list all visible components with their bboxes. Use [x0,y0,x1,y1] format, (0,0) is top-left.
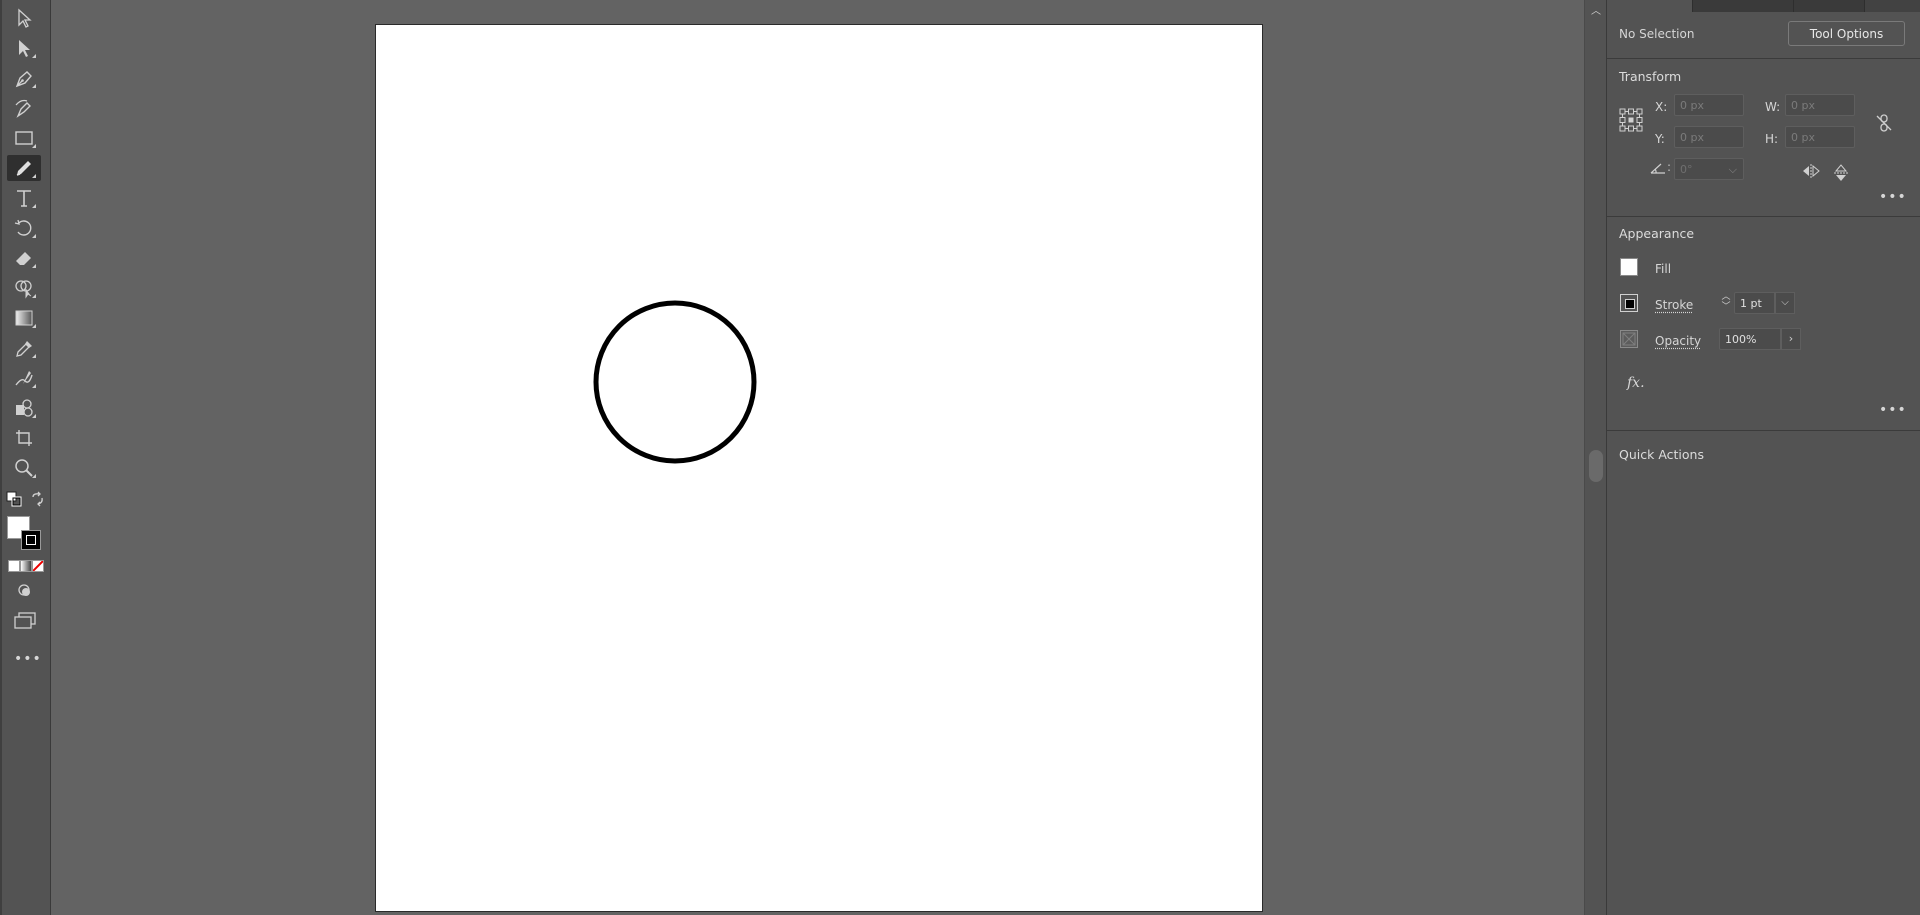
width-field[interactable]: 0 px [1785,94,1855,116]
eyedropper-tool[interactable] [7,335,41,361]
flip-vertical-icon[interactable] [1833,163,1849,183]
stroke-label[interactable]: Stroke [1655,298,1693,312]
stroke-weight-dropdown-icon[interactable]: ⌵ [1775,292,1795,314]
canvas-area[interactable] [51,0,1584,915]
screen-mode-icon[interactable] [13,612,37,630]
selection-tool-icon [13,7,35,29]
w-label: W: [1765,100,1780,114]
y-label: Y: [1655,132,1665,146]
zoom-tool[interactable] [7,455,41,481]
chevron-down-icon[interactable]: ﹀ [1719,302,1733,312]
panel-tabs [1607,0,1920,12]
stroke-weight-stepper[interactable]: ︿ ﹀ [1719,292,1733,316]
draw-mode-icon[interactable] [16,582,34,598]
type-tool[interactable] [7,185,41,211]
opacity-label[interactable]: Opacity [1655,334,1701,348]
x-label: X: [1655,100,1667,114]
curvature-tool[interactable] [7,95,41,121]
h-label: H: [1765,132,1778,146]
height-field[interactable]: 0 px [1785,126,1855,148]
divider [1607,216,1920,217]
color-mode-buttons [8,560,42,572]
color-icon[interactable] [8,560,20,572]
artboard-canvas [376,25,1262,911]
tab-libraries[interactable] [1794,0,1865,12]
circle-shape[interactable] [596,303,754,461]
x-field[interactable]: 0 px [1674,94,1744,116]
flip-horizontal-icon[interactable] [1801,163,1821,179]
stroke-color-swatch[interactable] [1620,294,1638,312]
chevron-up-icon[interactable]: ︿ [1719,292,1733,302]
stroke-weight-field[interactable]: 1 pt [1734,292,1775,314]
artboard-tool-icon [13,427,35,449]
direct-selection-tool[interactable] [7,35,41,61]
pen-tool[interactable] [7,65,41,91]
y-field[interactable]: 0 px [1674,126,1744,148]
gradient-icon[interactable] [20,560,32,572]
scroll-thumb[interactable] [1589,450,1603,482]
tab-extra[interactable] [1865,0,1920,12]
quick-actions-title: Quick Actions [1619,447,1704,462]
transform-title: Transform [1619,69,1681,84]
divider [1607,430,1920,431]
puppet-warp-tool[interactable] [7,365,41,391]
angle-icon [1649,161,1667,175]
eraser-tool[interactable] [7,245,41,271]
tab-properties[interactable] [1607,0,1693,12]
reference-point-icon[interactable] [1619,108,1643,132]
chevron-down-icon: ⌵ [1729,159,1737,181]
shape-builder-tool[interactable] [7,275,41,301]
swap-fill-stroke-icon[interactable] [30,491,46,507]
vertical-scrollbar[interactable]: ︿ [1584,0,1607,915]
appearance-more-button[interactable]: ••• [1879,402,1907,418]
transform-more-button[interactable]: ••• [1879,189,1907,205]
tool-options-button[interactable]: Tool Options [1788,21,1905,46]
angle-colon: : [1667,160,1671,174]
fill-label: Fill [1655,262,1671,276]
tools-panel: ••• [0,0,51,915]
angle-value: 0° [1680,163,1693,176]
opacity-field[interactable]: 100% [1719,328,1781,350]
appearance-title: Appearance [1619,226,1694,241]
selection-tool[interactable] [7,5,41,31]
scroll-up-icon[interactable]: ︿ [1590,2,1602,16]
default-fill-stroke-icon[interactable] [6,491,22,507]
rectangle-tool[interactable] [7,125,41,151]
chevron-right-icon[interactable]: › [1781,328,1801,350]
fx-effects-button[interactable]: fx. [1627,375,1645,391]
symbol-sprayer-tool[interactable] [7,395,41,421]
pencil-tool[interactable] [7,155,41,181]
artboard[interactable] [375,24,1263,912]
edit-toolbar-more[interactable]: ••• [14,651,42,667]
rotate-tool[interactable] [7,215,41,241]
tab-layers[interactable] [1693,0,1794,12]
opacity-icon[interactable] [1620,330,1638,348]
artboard-tool[interactable] [7,425,41,451]
curvature-tool-icon [13,97,35,119]
fill-color-swatch[interactable] [1620,258,1638,276]
constrain-proportions-icon[interactable] [1873,112,1895,134]
stroke-swatch[interactable] [21,530,41,550]
properties-panel: No Selection Tool Options Transform X: 0… [1606,0,1920,915]
rotate-angle-field[interactable]: 0° ⌵ [1674,158,1744,180]
none-icon[interactable] [32,560,44,572]
divider [1607,58,1920,59]
selection-status: No Selection [1619,27,1694,41]
gradient-tool[interactable] [7,305,41,331]
